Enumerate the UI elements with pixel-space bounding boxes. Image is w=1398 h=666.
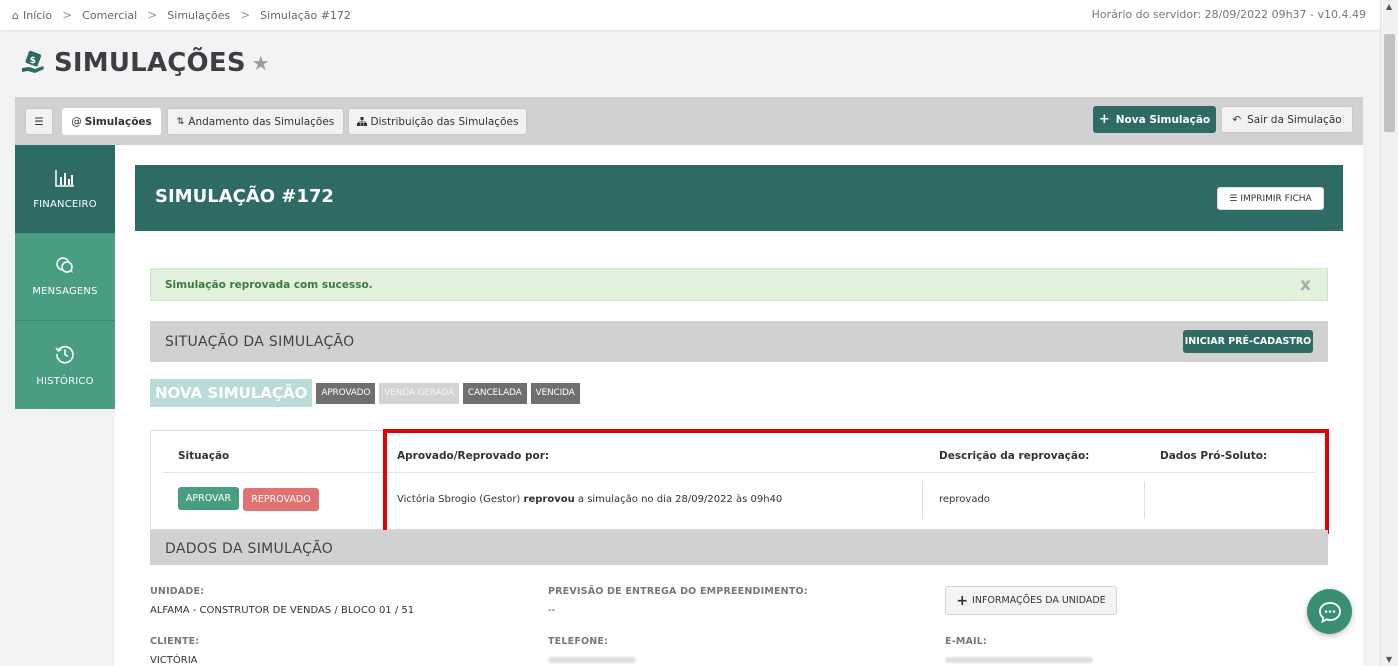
sort-icon: ⇅ — [176, 116, 185, 127]
bar-chart-icon — [55, 169, 74, 187]
approver-name: Victória Sbrogio (Gestor) — [397, 494, 521, 505]
scroll-up-icon[interactable]: ▲ — [1386, 2, 1392, 11]
header-pro-soluto: Dados Pró-Soluto: — [1160, 450, 1268, 462]
plus-icon: + — [956, 592, 969, 609]
status-steps: NOVA SIMULAÇÃO APROVADO VENDA GERADA CAN… — [150, 379, 580, 407]
breadcrumb-inicio[interactable]: Início — [23, 9, 52, 22]
sidebar-item-mensagens[interactable]: MENSAGENS — [15, 233, 115, 321]
main-content: SIMULAÇÃO #172 ☰ IMPRIMIR FICHA Simulaçã… — [115, 145, 1363, 666]
reprovado-button[interactable]: REPROVADO — [243, 488, 319, 511]
header-aprovado-por: Aprovado/Reprovado por: — [397, 450, 550, 462]
step-venda-gerada: VENDA GERADA — [379, 382, 459, 404]
tab-label: Simulações — [84, 115, 152, 128]
sidebar-item-financeiro[interactable]: FINANCEIRO — [15, 145, 115, 233]
unidade-label: UNIDADE: — [150, 586, 205, 597]
sidebar: FINANCEIRO MENSAGENS HISTÓRICO — [15, 145, 115, 409]
home-icon[interactable]: ⌂ — [12, 9, 19, 22]
telefone-label: TELEFONE: — [548, 636, 609, 647]
breadcrumb-separator: > — [240, 8, 251, 22]
top-bar: ⌂ Início > Comercial > Simulações > Simu… — [0, 0, 1380, 30]
dados-section-header: DADOS DA SIMULAÇÃO — [150, 530, 1328, 565]
situacao-title: SITUAÇÃO DA SIMULAÇÃO — [165, 334, 355, 350]
svg-text:$: $ — [30, 56, 36, 66]
breadcrumb-current: Simulação #172 — [260, 8, 351, 22]
aprovar-button[interactable]: APROVAR — [178, 487, 239, 510]
scroll-down-icon[interactable]: ▼ — [1386, 655, 1392, 664]
simulation-title: SIMULAÇÃO #172 — [155, 186, 334, 207]
imprimir-ficha-button[interactable]: ☰ IMPRIMIR FICHA — [1217, 187, 1324, 210]
page-title-text: SIMULAÇÕES — [54, 48, 246, 78]
plus-icon: + — [1098, 112, 1110, 127]
tab-andamento[interactable]: ⇅ Andamento das Simulações — [167, 108, 344, 135]
dados-title: DADOS DA SIMULAÇÃO — [165, 541, 334, 557]
step-nova-simulacao: NOVA SIMULAÇÃO — [150, 379, 313, 407]
chat-icon — [1318, 601, 1341, 623]
scrollbar-thumb[interactable] — [1384, 34, 1395, 132]
sair-simulacao-button[interactable]: ↶ Sair da Simulação — [1221, 106, 1353, 133]
chat-button[interactable] — [1307, 589, 1352, 634]
tab-simulacoes[interactable]: @ Simulações — [62, 108, 161, 135]
hamburger-menu-button[interactable]: ☰ — [25, 108, 53, 135]
step-cancelada: CANCELADA — [462, 382, 527, 404]
money-hand-icon: $ — [22, 50, 44, 73]
cliente-label: CLIENTE: — [150, 636, 200, 647]
star-icon[interactable]: ★ — [252, 51, 270, 75]
sair-simulacao-label: Sair da Simulação — [1247, 113, 1342, 126]
sidebar-item-label: MENSAGENS — [32, 286, 98, 297]
step-vencida: VENCIDA — [530, 382, 580, 404]
tab-distribuicao[interactable]: Distribuição das Simulações — [348, 108, 527, 135]
cliente-value: VICTÓRIA — [150, 655, 198, 666]
sidebar-item-label: FINANCEIRO — [33, 198, 97, 210]
breadcrumb-separator: > — [62, 8, 73, 22]
breadcrumb-comercial[interactable]: Comercial — [82, 9, 137, 22]
approver-cell: Victória Sbrogio (Gestor) reprovou a sim… — [397, 494, 782, 505]
iniciar-pre-cadastro-button[interactable]: INICIAR PRÉ-CADASTRO — [1183, 330, 1313, 353]
telefone-value-blurred — [548, 657, 636, 663]
header-descricao: Descrição da reprovação: — [939, 450, 1090, 462]
situacao-section-header: SITUAÇÃO DA SIMULAÇÃO INICIAR PRÉ-CADAST… — [150, 321, 1328, 362]
reply-icon: ↶ — [1232, 113, 1242, 126]
previsao-value: -- — [548, 605, 556, 616]
breadcrumb: ⌂ Início > Comercial > Simulações > Simu… — [12, 8, 351, 22]
situacao-table: Situação Aprovado/Reprovado por: Descriç… — [150, 430, 1328, 530]
column-separator — [922, 481, 923, 519]
toolbar: ☰ @ Simulações ⇅ Andamento das Simulaçõe… — [15, 97, 1363, 145]
column-separator — [1144, 481, 1145, 519]
breadcrumb-simulacoes[interactable]: Simulações — [167, 9, 230, 22]
at-icon: @ — [71, 115, 82, 128]
step-aprovado: APROVADO — [316, 382, 376, 404]
sidebar-item-historico[interactable]: HISTÓRICO — [15, 321, 115, 409]
nova-simulacao-label: Nova Simulação — [1115, 113, 1211, 126]
page-title: $ SIMULAÇÕES ★ — [20, 48, 270, 78]
approver-action: reprovou — [523, 494, 575, 505]
sidebar-item-label: HISTÓRICO — [36, 375, 94, 387]
list-icon: ☰ — [1229, 193, 1238, 204]
sitemap-icon — [356, 117, 367, 126]
server-time: Horário do servidor: 28/09/2022 09h37 - … — [1091, 8, 1366, 21]
nova-simulacao-button[interactable]: + Nova Simulação — [1093, 106, 1216, 133]
breadcrumb-separator: > — [147, 8, 158, 22]
header-situacao: Situação — [178, 450, 230, 462]
alert-message: Simulação reprovada com sucesso. — [165, 279, 373, 291]
email-label: E-MAIL: — [945, 636, 988, 647]
informacoes-unidade-button[interactable]: + INFORMAÇÕES DA UNIDADE — [945, 586, 1117, 615]
tab-label: Andamento das Simulações — [188, 115, 335, 128]
tab-label: Distribuição das Simulações — [370, 115, 519, 128]
simulation-header: SIMULAÇÃO #172 ☰ IMPRIMIR FICHA — [135, 165, 1343, 231]
chat-bubbles-icon — [56, 257, 73, 273]
unidade-value: ALFAMA - CONSTRUTOR DE VENDAS / BLOCO 01… — [150, 605, 415, 616]
hamburger-icon: ☰ — [34, 115, 44, 128]
previsao-label: PREVISÃO DE ENTREGA DO EMPREENDIMENTO: — [548, 586, 808, 597]
imprimir-ficha-label: IMPRIMIR FICHA — [1240, 193, 1312, 204]
close-icon[interactable]: x — [1300, 275, 1311, 295]
informacoes-unidade-label: INFORMAÇÕES DA UNIDADE — [972, 595, 1106, 606]
success-alert: Simulação reprovada com sucesso. x — [150, 268, 1328, 301]
rejection-description: reprovado — [939, 494, 990, 505]
page-scrollbar[interactable]: ▲ ▼ — [1380, 0, 1398, 666]
email-value-blurred — [945, 657, 1093, 663]
approver-rest: a simulação no dia 28/09/2022 às 09h40 — [577, 494, 783, 505]
history-icon — [55, 345, 74, 363]
table-divider — [163, 472, 1315, 473]
